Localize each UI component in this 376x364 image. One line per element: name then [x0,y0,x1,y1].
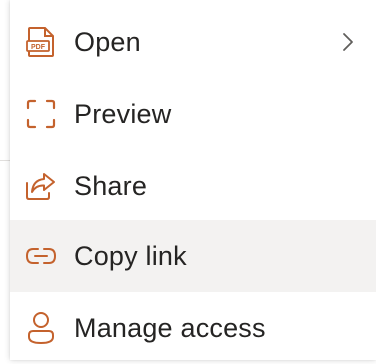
menu-item-share[interactable]: Share [10,150,376,222]
menu-item-preview-label: Preview [74,98,172,129]
menu-item-copy-link[interactable]: Copy link [10,220,376,292]
share-icon [24,169,58,203]
link-icon [24,239,58,273]
pdf-file-icon: PDF [24,25,58,59]
menu-item-copy-link-label: Copy link [74,240,187,271]
menu-item-preview[interactable]: Preview [10,78,376,150]
menu-item-open[interactable]: PDF Open [10,6,376,78]
menu-item-open-label: Open [74,26,141,57]
menu-item-manage-access-label: Manage access [74,312,266,343]
person-icon [24,311,58,345]
context-menu: PDF Open Preview Share Copy link Manage … [10,0,376,360]
pdf-badge-text: PDF [31,44,46,51]
preview-frame-icon [24,97,58,131]
menu-item-manage-access[interactable]: Manage access [10,292,376,364]
chevron-right-icon [340,30,356,54]
menu-item-share-label: Share [74,170,148,201]
